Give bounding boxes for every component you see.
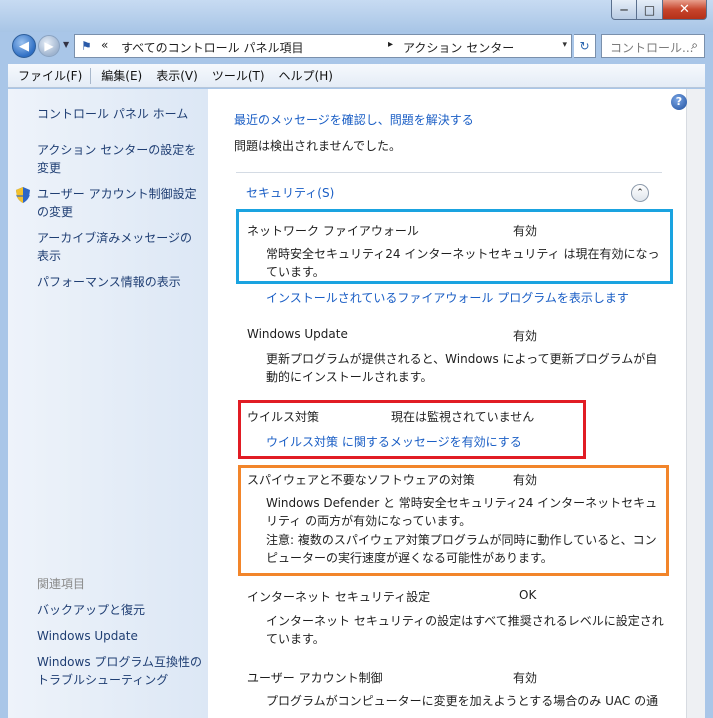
- vertical-scrollbar[interactable]: [686, 89, 705, 718]
- sidebar-link-control-panel-home[interactable]: コントロール パネル ホーム: [37, 105, 207, 123]
- sidebar-link-performance-info[interactable]: パフォーマンス情報の表示: [37, 273, 207, 291]
- breadcrumb-separator-icon[interactable]: ▸: [388, 39, 393, 50]
- window-titlebar: ─ □ ✕: [0, 0, 713, 32]
- menu-edit[interactable]: 編集(E): [101, 67, 142, 84]
- windows-update-status: 有効: [513, 329, 538, 343]
- search-input[interactable]: コントロール... ⌕: [601, 34, 705, 58]
- internet-security-status: OK: [519, 588, 537, 602]
- menu-file[interactable]: ファイル(F): [18, 67, 82, 84]
- view-firewall-programs-link[interactable]: インストールされているファイアウォール プログラムを表示します: [266, 289, 629, 306]
- review-messages-link[interactable]: 最近のメッセージを確認し、問題を解決する: [234, 111, 474, 128]
- windows-update-description: 更新プログラムが提供されると、Windows によって更新プログラムが自動的にイ…: [266, 352, 658, 384]
- window-left-frame: [0, 62, 8, 718]
- highlight-box-virus: [238, 400, 586, 459]
- menu-bar: ファイル(F) 編集(E) 表示(V) ツール(T) ヘルプ(H): [8, 64, 705, 88]
- menu-view[interactable]: 表示(V): [156, 67, 198, 84]
- back-button[interactable]: ◀: [12, 34, 36, 58]
- search-placeholder: コントロール...: [610, 41, 694, 55]
- search-icon[interactable]: ⌕: [691, 38, 698, 53]
- sidebar: コントロール パネル ホーム アクション センターの設定を変更 ユーザー アカウ…: [8, 89, 208, 718]
- security-section-heading[interactable]: セキュリティ(S): [246, 184, 334, 201]
- internet-security-description: インターネット セキュリティの設定はすべて推奨されるレベルに設定されています。: [266, 614, 664, 646]
- sidebar-link-action-center-settings[interactable]: アクション センターの設定を変更: [37, 141, 202, 177]
- highlight-box-firewall: [236, 209, 673, 284]
- related-items-heading: 関連項目: [37, 577, 86, 591]
- action-center-flag-icon: ⚑: [81, 39, 92, 53]
- help-icon[interactable]: ?: [671, 94, 687, 110]
- sidebar-link-compat-troubleshooter[interactable]: Windows プログラム互換性のトラブルシューティング: [37, 653, 209, 689]
- address-dropdown-icon[interactable]: ▾: [562, 40, 567, 50]
- history-dropdown-icon[interactable]: ▼: [63, 40, 69, 49]
- highlight-box-spyware: [238, 465, 669, 576]
- uac-status: 有効: [513, 671, 538, 685]
- sidebar-link-backup-restore[interactable]: バックアップと復元: [37, 601, 207, 619]
- sidebar-link-uac-settings[interactable]: ユーザー アカウント制御設定の変更: [37, 185, 202, 221]
- menu-help[interactable]: ヘルプ(H): [279, 67, 333, 84]
- maximize-button[interactable]: □: [637, 0, 663, 20]
- uac-shield-icon: [16, 187, 30, 203]
- collapse-security-button[interactable]: ⌃: [631, 184, 649, 202]
- internet-security-name: インターネット セキュリティ設定: [247, 590, 431, 604]
- breadcrumb-all-items[interactable]: すべてのコントロール パネル項目: [121, 39, 304, 56]
- address-bar[interactable]: ⚑ « すべてのコントロール パネル項目 ▸ アクション センター ▾: [74, 34, 572, 58]
- close-button[interactable]: ✕: [663, 0, 707, 20]
- refresh-button[interactable]: ↻: [574, 34, 596, 58]
- uac-description: プログラムがコンピューターに変更を加えようとする場合のみ UAC の通: [266, 694, 659, 708]
- sidebar-link-archived-messages[interactable]: アーカイブ済みメッセージの表示: [37, 229, 202, 265]
- windows-update-name: Windows Update: [247, 327, 348, 341]
- menu-tools[interactable]: ツール(T): [212, 67, 265, 84]
- navigation-bar: ◀ ▶ ▼ ⚑ « すべてのコントロール パネル項目 ▸ アクション センター …: [0, 30, 713, 62]
- forward-button[interactable]: ▶: [38, 35, 60, 57]
- breadcrumb-overflow-icon[interactable]: «: [101, 38, 108, 52]
- uac-name: ユーザー アカウント制御: [247, 671, 383, 685]
- window-controls: ─ □ ✕: [611, 0, 707, 20]
- minimize-button[interactable]: ─: [611, 0, 637, 20]
- no-problems-text: 問題は検出されませんでした。: [234, 139, 402, 153]
- window-right-frame: [705, 62, 713, 718]
- breadcrumb-action-center[interactable]: アクション センター: [403, 39, 514, 56]
- section-divider: [236, 172, 662, 173]
- menu-divider: [90, 67, 92, 84]
- sidebar-link-windows-update[interactable]: Windows Update: [37, 627, 207, 645]
